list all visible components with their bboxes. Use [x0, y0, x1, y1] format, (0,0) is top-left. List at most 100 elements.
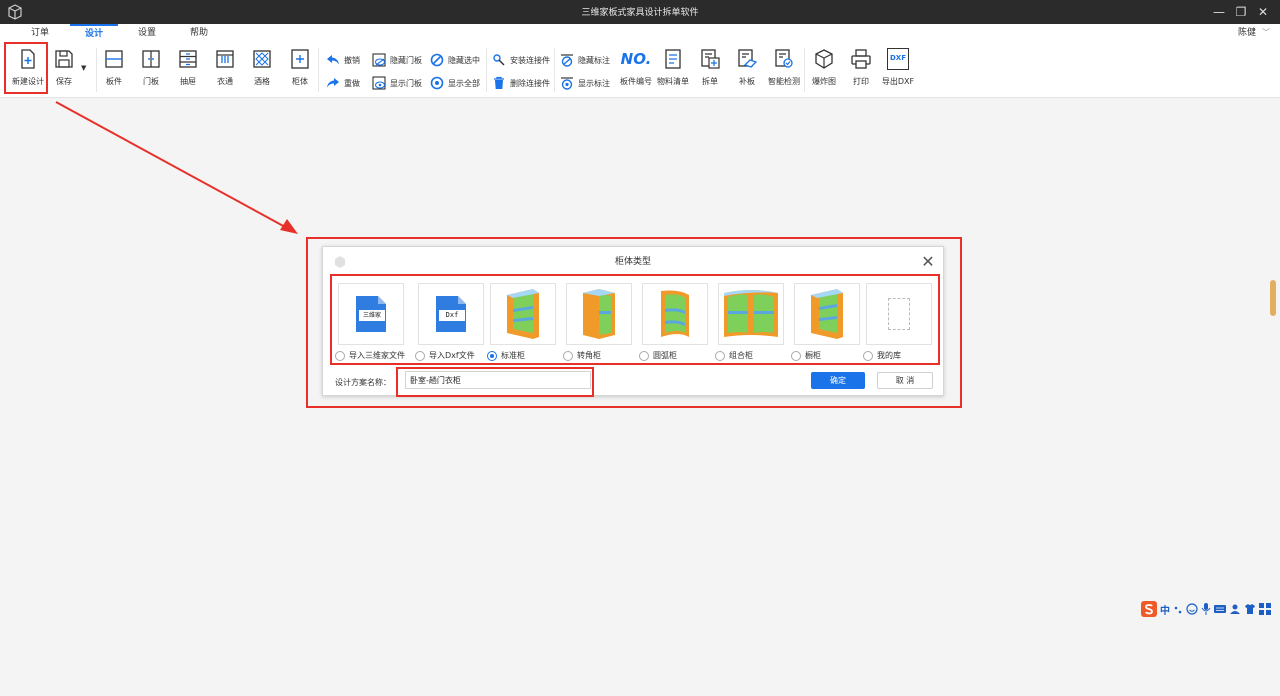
option-label: 橱柜 [805, 351, 821, 360]
show-door-button[interactable]: 显示门板 [372, 74, 422, 92]
split-order-button[interactable]: 拆单 [690, 48, 730, 96]
material-list-button[interactable]: 物料清单 [653, 48, 693, 96]
window-title: 三维家板式家具设计拆单软件 [581, 8, 699, 18]
option-import-dxf[interactable]: Dxf 导入Dxf文件 [415, 283, 485, 367]
hide-eye-icon [430, 53, 444, 67]
undo-icon [327, 55, 339, 65]
list-icon [665, 49, 681, 69]
delete-connector-button[interactable]: 删除连接件 [492, 74, 550, 92]
show-dimension-label: 显示标注 [578, 78, 610, 88]
close-icon[interactable]: ✕ [919, 253, 937, 271]
option-label: 我的库 [877, 351, 901, 360]
hide-selected-button[interactable]: 隐藏选中 [430, 51, 480, 69]
radio-button[interactable] [791, 351, 801, 361]
option-thumbnail: 三维家 [338, 283, 404, 345]
show-all-button[interactable]: 显示全部 [430, 74, 480, 92]
design-canvas[interactable] [0, 98, 1280, 696]
cabinet-button[interactable]: 柜体 [280, 48, 320, 96]
radio-button[interactable] [335, 351, 345, 361]
grid-menu-icon [1259, 603, 1271, 615]
tab-settings[interactable]: 设置 [130, 24, 164, 42]
wine-rack-button[interactable]: 酒格 [242, 48, 282, 96]
tab-design[interactable]: 设计 [70, 24, 118, 42]
panel-number-button[interactable]: NO. 板件编号 [616, 48, 656, 96]
hide-dimension-button[interactable]: 隐藏标注 [560, 51, 610, 69]
tab-help[interactable]: 帮助 [182, 24, 216, 42]
patch-panel-button[interactable]: 补板 [727, 48, 767, 96]
save-button[interactable]: 保存 [44, 48, 84, 96]
option-arc-cabinet[interactable]: 圆弧柜 [639, 283, 709, 367]
empty-placeholder-icon [888, 298, 910, 330]
chevron-down-icon: ﹀ [1262, 28, 1270, 37]
show-door-label: 显示门板 [390, 78, 422, 88]
radio-button[interactable] [863, 351, 873, 361]
radio-button[interactable] [639, 351, 649, 361]
smart-check-label: 智能检测 [768, 77, 800, 86]
radio-button-selected[interactable] [487, 351, 497, 361]
close-window-button[interactable]: ✕ [1252, 0, 1274, 24]
save-dropdown-icon[interactable]: ▼ [81, 64, 86, 72]
eye-icon [430, 76, 444, 90]
hide-door-button[interactable]: 隐藏门板 [372, 51, 422, 69]
print-button[interactable]: 打印 [841, 48, 881, 96]
smart-check-icon [775, 49, 793, 68]
minimize-button[interactable]: — [1208, 0, 1230, 24]
cancel-button[interactable]: 取 消 [877, 372, 933, 389]
option-corner-cabinet[interactable]: 转角柜 [563, 283, 633, 367]
panel-label: 板件 [106, 77, 122, 86]
clothes-rail-button[interactable]: 衣通 [205, 48, 245, 96]
print-label: 打印 [853, 77, 869, 86]
install-connector-button[interactable]: 安装连接件 [492, 51, 550, 69]
redo-button[interactable]: 重做 [326, 74, 360, 92]
drawer-button[interactable]: 抽屉 [168, 48, 208, 96]
undo-button[interactable]: 撤销 [326, 51, 360, 69]
new-file-icon [21, 49, 35, 69]
smart-check-button[interactable]: 智能检测 [764, 48, 804, 96]
new-design-button[interactable]: 新建设计 [8, 48, 48, 96]
ime-toolbar[interactable]: 中 [1141, 600, 1271, 618]
material-list-label: 物料清单 [657, 77, 689, 86]
hide-door-label: 隐藏门板 [390, 55, 422, 65]
panel-button[interactable]: 板件 [94, 48, 134, 96]
hide-dimension-label: 隐藏标注 [578, 55, 610, 65]
radio-button[interactable] [563, 351, 573, 361]
radio-button[interactable] [415, 351, 425, 361]
exploded-view-button[interactable]: 爆炸图 [804, 48, 844, 96]
restore-button[interactable]: ❐ [1230, 0, 1252, 24]
cabinet-label: 柜体 [292, 77, 308, 86]
design-name-input[interactable] [405, 371, 591, 389]
undo-label: 撤销 [344, 55, 360, 65]
option-my-library[interactable]: 我的库 [863, 283, 933, 367]
drawer-label: 抽屉 [180, 77, 196, 86]
redo-icon [327, 78, 339, 88]
radio-button[interactable] [715, 351, 725, 361]
thumb-text: 三维家 [359, 310, 385, 321]
side-scroll-handle[interactable] [1270, 280, 1276, 316]
trash-icon [494, 76, 504, 89]
wine-rack-label: 酒格 [254, 77, 270, 86]
printer-icon [851, 49, 871, 69]
option-thumbnail [718, 283, 784, 345]
export-dxf-button[interactable]: DXF 导出DXF [878, 48, 918, 96]
user-name: 陈健 [1237, 28, 1256, 38]
option-standard-cabinet[interactable]: 标准柜 [487, 283, 557, 367]
wine-rack-icon [253, 50, 271, 68]
door-button[interactable]: 门板 [131, 48, 171, 96]
option-thumbnail: Dxf [418, 283, 484, 345]
option-label: 组合柜 [729, 351, 753, 360]
door-icon [142, 50, 160, 68]
user-menu[interactable]: 陈健 ﹀ [1238, 24, 1270, 42]
option-kitchen-cabinet[interactable]: 橱柜 [791, 283, 861, 367]
dialog-title: 柜体类型 [614, 257, 651, 267]
option-import-3vjia[interactable]: 三维家 导入三维家文件 [335, 283, 405, 367]
patch-panel-label: 补板 [739, 77, 755, 86]
hide-door-icon [372, 53, 386, 67]
tab-order[interactable]: 订单 [22, 24, 58, 42]
clothes-rail-icon [216, 50, 234, 68]
arc-cabinet-icon [661, 290, 689, 337]
option-label: 标准柜 [501, 351, 525, 360]
confirm-button[interactable]: 确定 [811, 372, 865, 389]
option-combo-cabinet[interactable]: 组合柜 [715, 283, 785, 367]
clothes-rail-label: 衣通 [217, 77, 233, 86]
show-dimension-button[interactable]: 显示标注 [560, 74, 610, 92]
